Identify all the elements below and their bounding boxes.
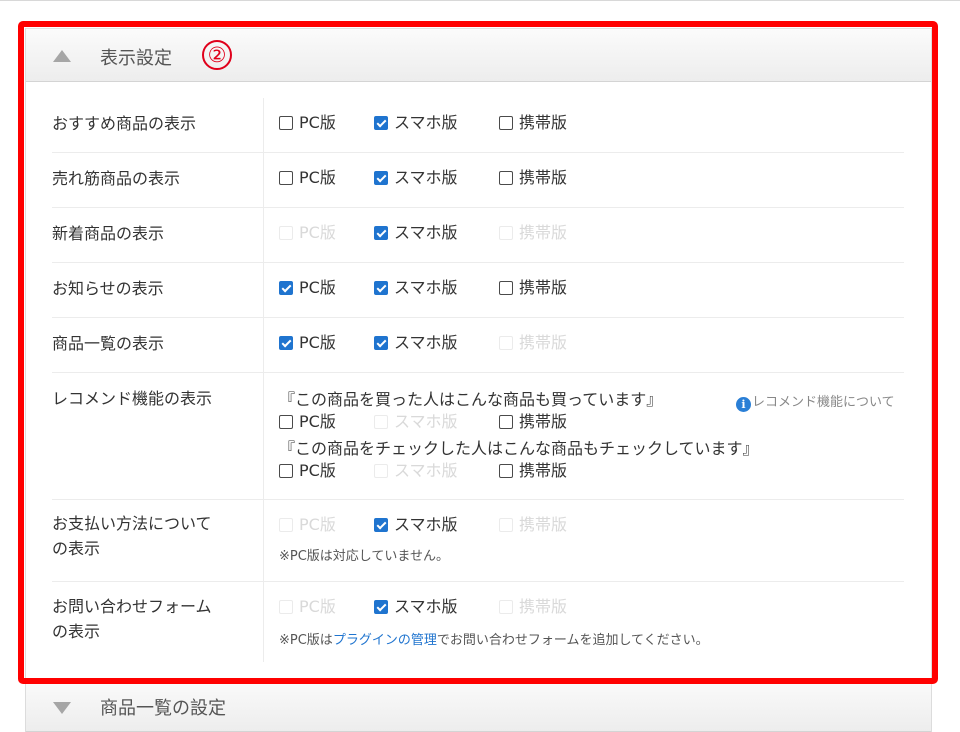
checkbox-label: スマホ版 (394, 168, 458, 187)
row-new-items: 新着商品の表示 PC版 スマホ版 携帯版 (52, 208, 904, 263)
row-label-line1: お支払い方法について (52, 514, 212, 533)
recommend-checked-caption: 『この商品をチェックした人はこんな商品もチェックしています』 (279, 439, 759, 458)
contact-note: ※PC版はプラグインの管理でお問い合わせフォームを追加してください。 (279, 629, 709, 648)
checkbox-box[interactable] (499, 281, 513, 295)
recommend-bought-caption: 『この商品を買った人はこんな商品も買っています』 (279, 390, 663, 409)
checkbox-label: スマホ版 (394, 597, 458, 616)
row-label: 商品一覧の表示 (52, 318, 264, 372)
checkbox-box (374, 464, 388, 478)
checkbox-box[interactable] (499, 415, 513, 429)
section-title: 表示設定 (100, 48, 172, 69)
row-news: お知らせの表示 PC版 スマホ版 携帯版 (52, 263, 904, 318)
checkbox-label: 携帯版 (519, 412, 568, 431)
expand-triangle-icon (53, 702, 71, 714)
checkbox-label: 携帯版 (519, 597, 568, 616)
info-icon: i (736, 397, 751, 412)
checkbox-label: スマホ版 (394, 113, 458, 132)
checkbox-box[interactable] (279, 171, 293, 185)
row-label: お知らせの表示 (52, 263, 264, 317)
checkbox-label: PC版 (299, 223, 336, 242)
checkbox-box[interactable] (374, 600, 388, 614)
recommend-info-link[interactable]: i レコメンド機能について (736, 391, 895, 412)
checkbox-box[interactable] (279, 336, 293, 350)
checkbox-box[interactable] (374, 281, 388, 295)
checkbox-box[interactable] (374, 518, 388, 532)
step-number-badge: ② (202, 40, 232, 70)
checkbox-box (499, 336, 513, 350)
checkbox-label: PC版 (299, 597, 336, 616)
display-settings-header[interactable]: 表示設定 ② (26, 28, 931, 82)
checkbox-label: 携帯版 (519, 113, 568, 132)
checkbox-label: 携帯版 (519, 223, 568, 242)
checkbox-box (374, 415, 388, 429)
checkbox-box[interactable] (499, 171, 513, 185)
checkbox-label: スマホ版 (394, 515, 458, 534)
checkbox-label: 携帯版 (519, 515, 568, 534)
checkbox-box (499, 518, 513, 532)
checkbox-box[interactable] (279, 464, 293, 478)
checkbox-box[interactable] (279, 281, 293, 295)
top-divider (0, 0, 960, 1)
plugin-management-link[interactable]: プラグインの管理 (333, 633, 437, 648)
checkbox-label: スマホ版 (394, 223, 458, 242)
checkbox-box[interactable] (374, 226, 388, 240)
row-label: お問い合わせフォーム の表示 (52, 582, 264, 662)
checkbox-label: PC版 (299, 412, 336, 431)
row-label: 新着商品の表示 (52, 208, 264, 262)
row-label-line1: お問い合わせフォーム (52, 597, 212, 616)
checkbox-box (279, 226, 293, 240)
checkbox-label: 携帯版 (519, 168, 568, 187)
checkbox-box[interactable] (374, 171, 388, 185)
checkbox-label: スマホ版 (394, 412, 458, 431)
checkbox-label: PC版 (299, 168, 336, 187)
info-link-text[interactable]: レコメンド機能について (752, 395, 895, 410)
checkbox-box[interactable] (374, 116, 388, 130)
checkbox-box (279, 600, 293, 614)
checkbox-label: スマホ版 (394, 278, 458, 297)
checkbox-label: PC版 (299, 461, 336, 480)
row-label: レコメンド機能の表示 (52, 373, 264, 499)
collapse-triangle-icon (53, 50, 71, 62)
checkbox-box[interactable] (279, 116, 293, 130)
checkbox-box (499, 600, 513, 614)
row-product-list: 商品一覧の表示 PC版 スマホ版 携帯版 (52, 318, 904, 373)
row-label: おすすめ商品の表示 (52, 98, 264, 152)
checkbox-label: PC版 (299, 278, 336, 297)
note-text: でお問い合わせフォームを追加してください。 (436, 633, 709, 648)
checkbox-label: PC版 (299, 113, 336, 132)
row-label: お支払い方法について の表示 (52, 500, 264, 581)
section-title: 商品一覧の設定 (100, 698, 226, 719)
checkbox-label: PC版 (299, 515, 336, 534)
row-contact: お問い合わせフォーム の表示 PC版 スマホ版 携帯版 ※PC版はプラグインの管… (52, 582, 904, 662)
checkbox-label: 携帯版 (519, 278, 568, 297)
checkbox-box (499, 226, 513, 240)
checkbox-box (279, 518, 293, 532)
row-payment: お支払い方法について の表示 PC版 スマホ版 携帯版 ※PC版は対応していませ… (52, 500, 904, 582)
checkbox-box[interactable] (279, 415, 293, 429)
checkbox-label: スマホ版 (394, 461, 458, 480)
row-recommend: レコメンド機能の表示 『この商品を買った人はこんな商品も買っています』 i レコメ… (52, 373, 904, 500)
row-label-line2: の表示 (52, 539, 101, 558)
settings-panel: 表示設定 ② おすすめ商品の表示 PC版 スマホ版 携帯版 売れ筋商品の表示 P… (25, 28, 932, 732)
product-list-settings-header[interactable]: 商品一覧の設定 (26, 678, 931, 732)
checkbox-box[interactable] (374, 336, 388, 350)
row-label: 売れ筋商品の表示 (52, 153, 264, 207)
row-label-line2: の表示 (52, 622, 101, 641)
checkbox-label: PC版 (299, 333, 336, 352)
checkbox-label: スマホ版 (394, 333, 458, 352)
checkbox-box[interactable] (499, 464, 513, 478)
checkbox-box[interactable] (499, 116, 513, 130)
row-bestseller: 売れ筋商品の表示 PC版 スマホ版 携帯版 (52, 153, 904, 208)
checkbox-label: 携帯版 (519, 333, 568, 352)
note-text: ※PC版は (279, 633, 333, 648)
payment-note: ※PC版は対応していません。 (279, 549, 450, 564)
checkbox-label: 携帯版 (519, 461, 568, 480)
row-recommended: おすすめ商品の表示 PC版 スマホ版 携帯版 (52, 98, 904, 153)
